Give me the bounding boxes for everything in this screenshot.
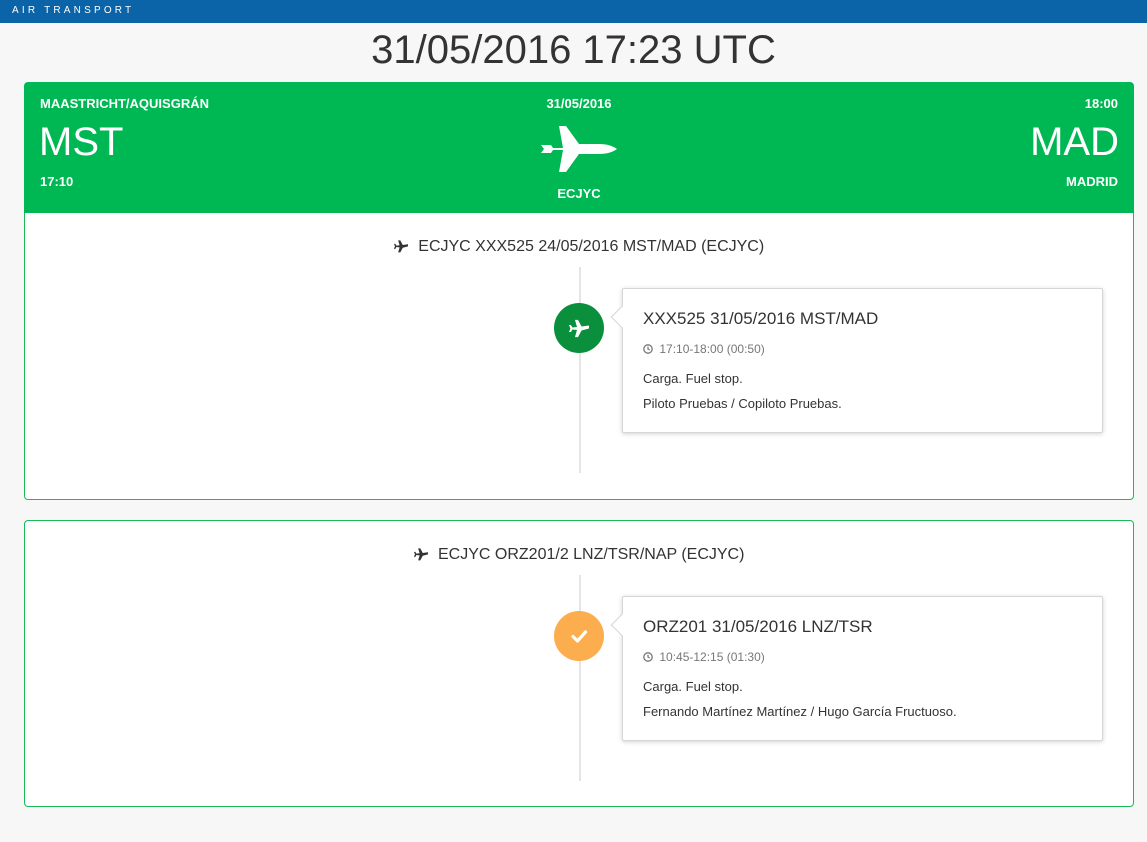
flight-date: 31/05/2016 xyxy=(546,96,612,111)
panel-title-text[interactable]: ECJYC ORZ201/2 LNZ/TSR/NAP (ECJYC) xyxy=(438,546,744,563)
timeline-line xyxy=(579,267,581,473)
destination-time: 18:00 xyxy=(1084,96,1118,111)
card-crew-text: Piloto Pruebas / Copiloto Pruebas. xyxy=(643,396,842,411)
clock-icon xyxy=(643,650,659,664)
utc-clock: 31/05/2016 17:23 UTC xyxy=(371,28,776,72)
card-cargo-text: Carga. Fuel stop. xyxy=(643,371,743,386)
card-time-text: 17:10-18:00 (00:50) xyxy=(659,342,765,356)
destination-code: MAD xyxy=(1030,120,1119,164)
flight-summary-header: MAASTRICHT/AQUISGRÁN MST 17:10 31/05/201… xyxy=(24,82,1134,214)
plane-icon xyxy=(393,238,418,255)
timeline-card[interactable]: ORZ201 31/05/2016 LNZ/TSR 10:45-12:15 (0… xyxy=(610,596,1103,741)
card-time-text: 10:45-12:15 (01:30) xyxy=(659,650,765,664)
card-pointer xyxy=(610,613,634,637)
flight-panel: ECJYC XXX525 24/05/2016 MST/MAD (ECJYC) … xyxy=(24,213,1134,500)
card-time: 17:10-18:00 (00:50) xyxy=(643,342,765,356)
card-title: ORZ201 31/05/2016 LNZ/TSR xyxy=(643,617,873,636)
brand-logo[interactable]: AIR TRANSPORT xyxy=(12,5,134,16)
top-navbar: AIR TRANSPORT xyxy=(0,0,1147,23)
timeline-line xyxy=(579,575,581,781)
fighter-jet-icon xyxy=(539,124,619,174)
origin-code: MST xyxy=(39,120,124,164)
panel-title-text[interactable]: ECJYC XXX525 24/05/2016 MST/MAD (ECJYC) xyxy=(418,238,764,255)
origin-name: MAASTRICHT/AQUISGRÁN xyxy=(40,96,209,111)
card-time: 10:45-12:15 (01:30) xyxy=(643,650,765,664)
origin-time: 17:10 xyxy=(40,174,74,189)
timeline-badge xyxy=(554,611,604,661)
card-pointer xyxy=(610,305,634,329)
destination-name: MADRID xyxy=(1066,174,1118,189)
card-cargo-text: Carga. Fuel stop. xyxy=(643,679,743,694)
timeline-badge xyxy=(554,303,604,353)
aircraft-registration: ECJYC xyxy=(557,186,601,201)
clock-icon xyxy=(643,342,659,356)
timeline-card[interactable]: XXX525 31/05/2016 MST/MAD 17:10-18:00 (0… xyxy=(610,288,1103,433)
card-crew-text: Fernando Martínez Martínez / Hugo García… xyxy=(643,704,957,719)
card-title: XXX525 31/05/2016 MST/MAD xyxy=(643,309,879,328)
flight-panel: ECJYC ORZ201/2 LNZ/TSR/NAP (ECJYC) ORZ20… xyxy=(24,520,1134,807)
plane-icon xyxy=(413,546,438,563)
panel-title: ECJYC XXX525 24/05/2016 MST/MAD (ECJYC) xyxy=(25,238,1133,256)
panel-title: ECJYC ORZ201/2 LNZ/TSR/NAP (ECJYC) xyxy=(25,546,1133,564)
